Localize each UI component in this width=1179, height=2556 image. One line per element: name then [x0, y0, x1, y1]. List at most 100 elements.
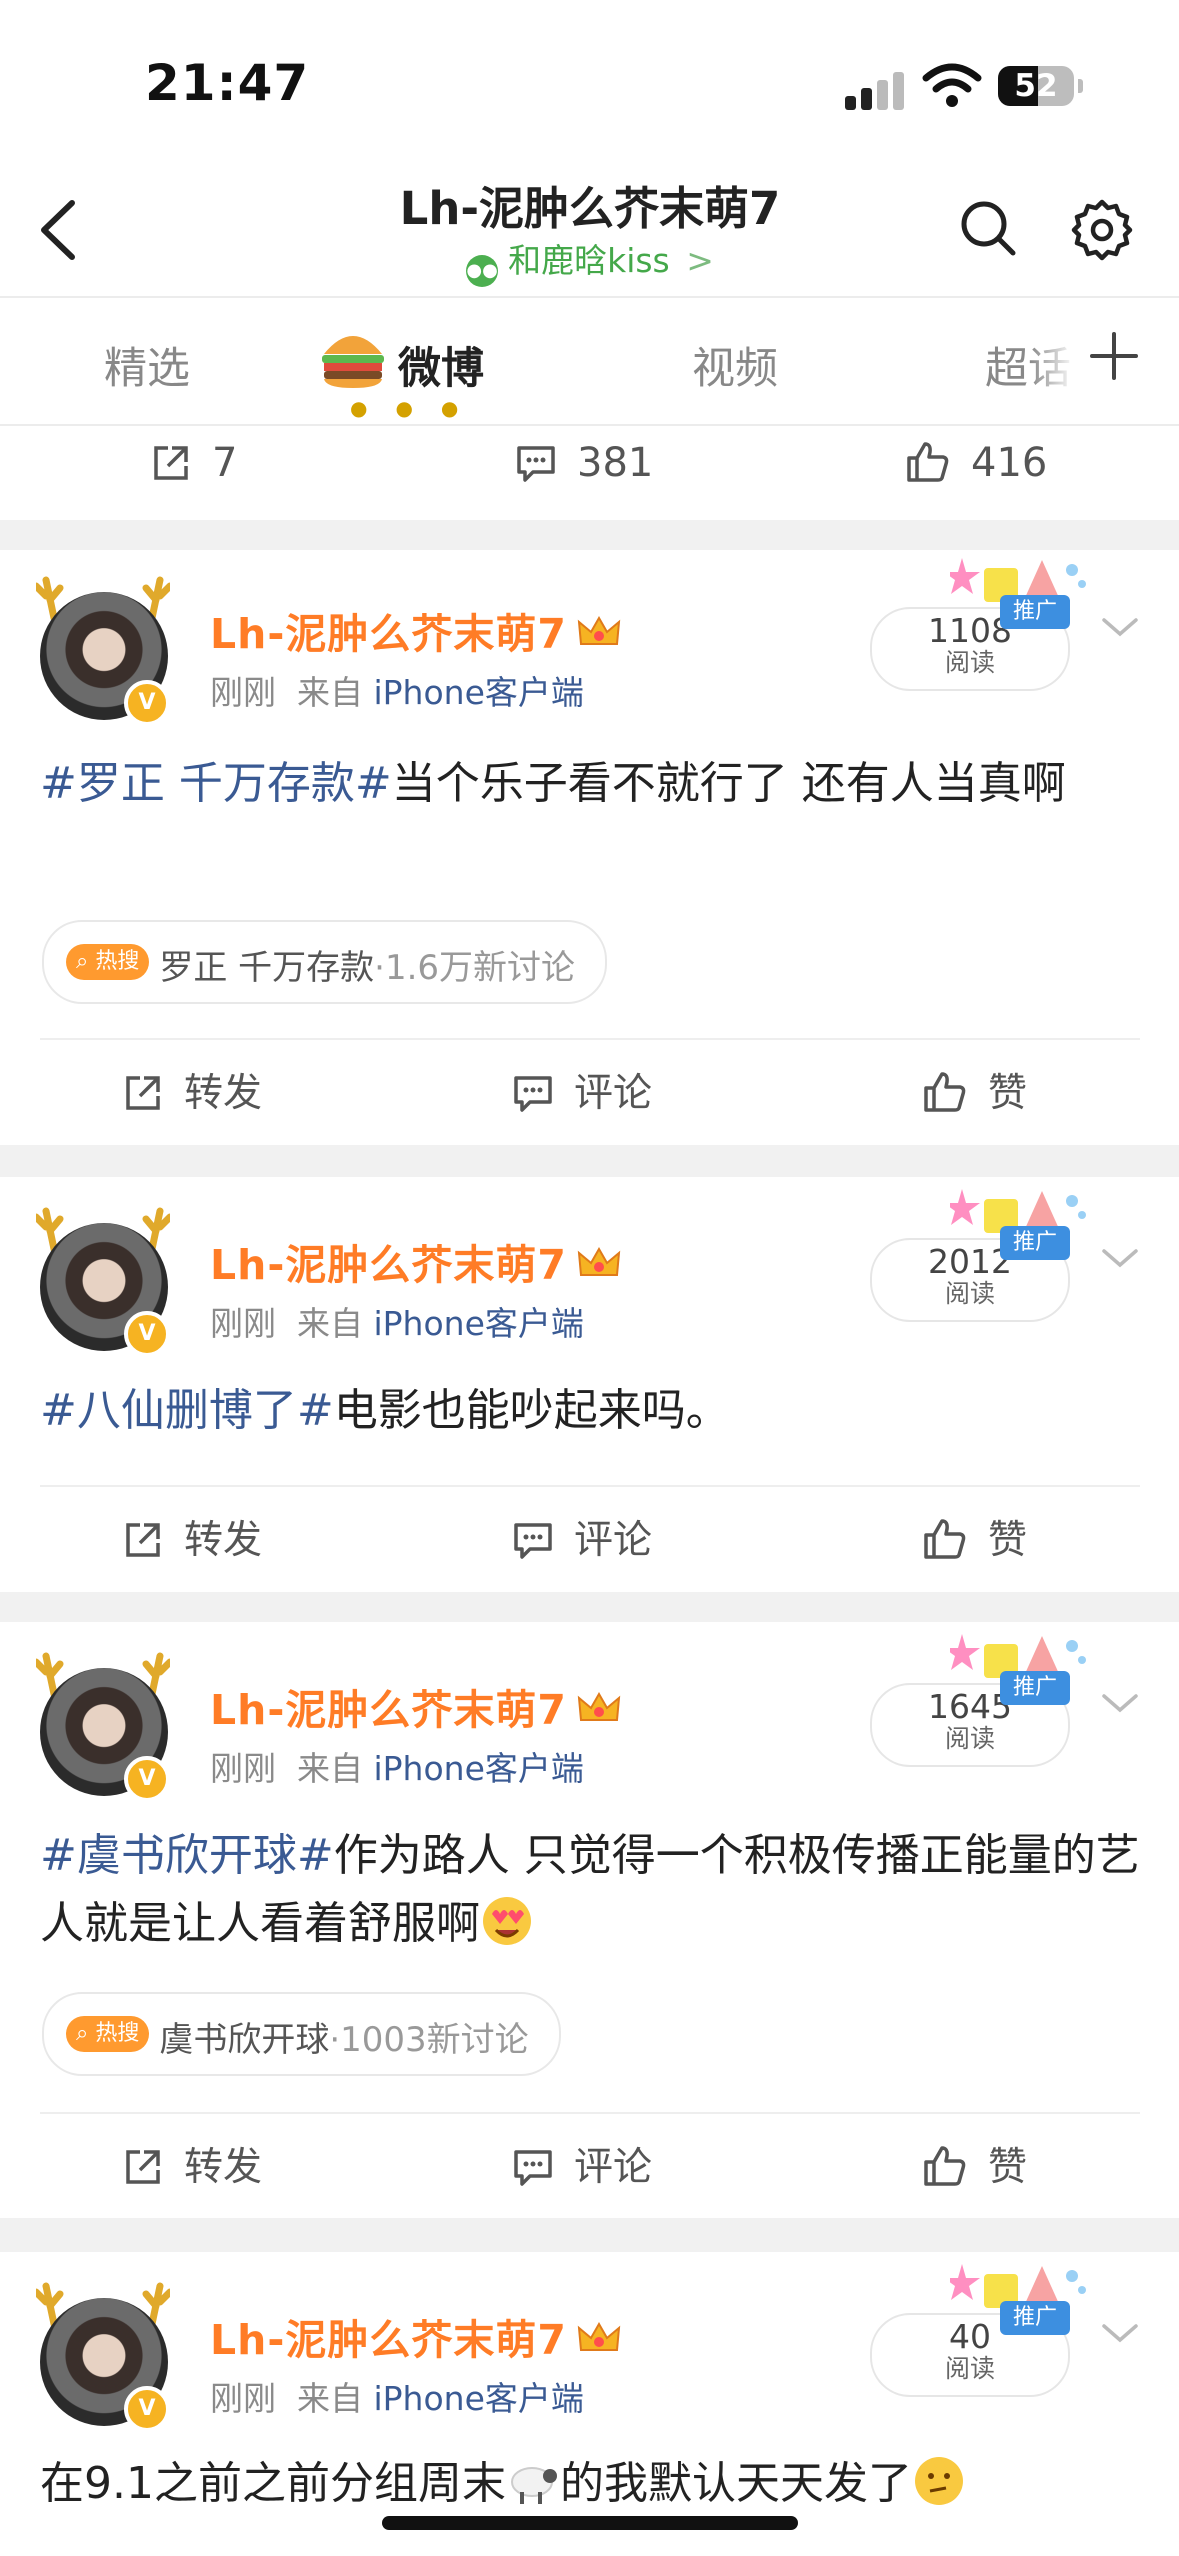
back-arrow-icon[interactable]: [30, 195, 90, 265]
post-card[interactable]: V Lh-泥肿么芥末萌7 刚刚 来自 iPhone客户端 2012 阅读 推广 …: [0, 1177, 1179, 1592]
repost-icon: [154, 446, 188, 480]
promote-badge[interactable]: 推广: [1000, 1226, 1070, 1260]
promote-badge[interactable]: 推广: [1000, 2301, 1070, 2335]
comment-count: 381: [577, 440, 654, 486]
subtitle-text: 和鹿晗kiss: [508, 241, 670, 280]
post-meta: 刚刚 来自 iPhone客户端: [210, 1749, 584, 1788]
post-card[interactable]: V Lh-泥肿么芥末萌7 刚刚 来自 iPhone客户端 1108 阅读 推广 …: [0, 550, 1179, 1145]
repost-button[interactable]: 转发: [122, 1062, 262, 1118]
username[interactable]: Lh-泥肿么芥末萌7: [210, 2306, 621, 2366]
post-card[interactable]: V Lh-泥肿么芥末萌7 刚刚 来自 iPhone客户端 40 阅读 推广 在9…: [0, 2252, 1179, 2556]
hashtag-link[interactable]: #虞书欣开球#: [40, 1830, 334, 1881]
repost-icon: [126, 1076, 160, 1110]
post-text: 在9.1之前之前分组周末 的我默认天天发了: [40, 2450, 1140, 2518]
gear-icon[interactable]: [1070, 198, 1134, 262]
hot-topic-label: 虞书欣开球: [159, 2020, 330, 2060]
post-source: iPhone客户端: [373, 2379, 584, 2418]
comment-button[interactable]: 评论: [512, 1062, 652, 1118]
crown-icon: [577, 1246, 621, 1276]
hot-search-chip[interactable]: ⌕ 热搜 虞书欣开球·1003新讨论: [42, 1992, 561, 2076]
comment-button[interactable]: 评论: [512, 1509, 652, 1565]
hot-topic-count: ·1003新讨论: [329, 2020, 529, 2060]
tab-video[interactable]: 视频: [692, 334, 778, 396]
like-count: 416: [971, 440, 1048, 486]
chevron-down-icon[interactable]: [1098, 612, 1142, 642]
hot-topic-count: ·1.6万新讨论: [374, 948, 576, 988]
like-count-button[interactable]: 416: [905, 440, 1047, 486]
profile-subtitle-link[interactable]: ●● 和鹿晗kiss >: [240, 234, 940, 287]
read-label: 阅读: [944, 648, 995, 677]
tab-featured[interactable]: 精选: [104, 334, 190, 396]
like-icon: [924, 1519, 966, 1559]
profile-tabs: 精选 微博 ●●● 视频 超话: [0, 296, 1179, 426]
battery-icon: 52: [998, 66, 1083, 106]
username[interactable]: Lh-泥肿么芥末萌7: [210, 1676, 621, 1736]
burger-icon: [322, 336, 384, 388]
post-card[interactable]: V Lh-泥肿么芥末萌7 刚刚 来自 iPhone客户端 1645 阅读 推广 …: [0, 1622, 1179, 2218]
sheep-emoji-icon: [510, 2467, 557, 2504]
repost-icon: [126, 2150, 160, 2184]
cellular-signal-icon: [845, 70, 905, 110]
chevron-down-icon[interactable]: [1098, 1243, 1142, 1273]
repost-icon: [126, 1523, 160, 1557]
chat-bubble-icon: ●●: [466, 255, 499, 287]
comment-icon: [514, 2150, 552, 2186]
like-button[interactable]: 赞: [922, 1062, 1027, 1118]
promote-badge[interactable]: 推广: [1000, 1671, 1070, 1705]
post-separator: [0, 1592, 1179, 1622]
like-icon: [924, 1072, 966, 1112]
post-text: #八仙删博了#电影也能吵起来吗。: [40, 1385, 730, 1436]
search-icon[interactable]: [958, 198, 1018, 258]
previous-post-actions: 7 381 416: [0, 424, 1179, 520]
chevron-down-icon[interactable]: [1098, 1688, 1142, 1718]
post-text: #虞书欣开球#作为路人 只觉得一个积极传播正能量的艺人就是让人看着舒服啊: [40, 1830, 1140, 1949]
like-button[interactable]: 赞: [922, 2136, 1027, 2192]
comment-button[interactable]: 评论: [512, 2136, 652, 2192]
read-label: 阅读: [944, 2354, 995, 2383]
repost-count-button[interactable]: 7: [150, 440, 237, 486]
hashtag-link[interactable]: #八仙删博了#: [40, 1385, 334, 1436]
username[interactable]: Lh-泥肿么芥末萌7: [210, 600, 621, 660]
verified-badge-icon: V: [124, 680, 170, 726]
post-text: #罗正 千万存款#当个乐子看不就行了 还有人当真啊: [40, 758, 1066, 809]
hot-search-badge: ⌕ 热搜: [66, 944, 150, 980]
heart-eyes-emoji-icon: [483, 1897, 531, 1945]
post-meta: 刚刚 来自 iPhone客户端: [210, 1304, 584, 1343]
hot-search-chip[interactable]: ⌕ 热搜 罗正 千万存款·1.6万新讨论: [42, 920, 608, 1004]
comment-icon: [514, 1523, 552, 1559]
battery-level: 52: [1014, 68, 1058, 104]
chevron-down-icon[interactable]: [1098, 2318, 1142, 2348]
post-separator: [0, 1145, 1179, 1177]
repost-count: 7: [212, 440, 238, 486]
comment-count-button[interactable]: 381: [515, 440, 653, 486]
post-meta: 刚刚 来自 iPhone客户端: [210, 2379, 584, 2418]
hashtag-link[interactable]: #罗正 千万存款#: [40, 758, 392, 809]
tab-active-indicator-icon: ●●●: [350, 396, 487, 420]
post-source: iPhone客户端: [373, 1304, 584, 1343]
like-icon: [907, 442, 949, 482]
chevron-right-icon: >: [686, 241, 714, 280]
post-meta: 刚刚 来自 iPhone客户端: [210, 673, 584, 712]
add-tab-icon[interactable]: [1088, 330, 1140, 382]
like-icon: [924, 2146, 966, 2186]
username[interactable]: Lh-泥肿么芥末萌7: [210, 1231, 621, 1291]
crown-icon: [577, 615, 621, 645]
post-separator: [0, 2218, 1179, 2252]
repost-button[interactable]: 转发: [122, 1509, 262, 1565]
status-bar: 21:47 52: [0, 0, 1179, 170]
status-time: 21:47: [145, 54, 310, 112]
verified-badge-icon: V: [124, 1311, 170, 1357]
wifi-icon: [922, 63, 982, 107]
tab-weibo[interactable]: 微博: [398, 334, 484, 396]
like-button[interactable]: 赞: [922, 1509, 1027, 1565]
verified-badge-icon: V: [124, 2386, 170, 2432]
promote-badge[interactable]: 推广: [1000, 595, 1070, 629]
thinking-face-emoji-icon: [914, 2457, 963, 2505]
home-indicator[interactable]: [382, 2516, 798, 2530]
crown-icon: [577, 2321, 621, 2351]
comment-icon: [517, 446, 555, 482]
repost-button[interactable]: 转发: [122, 2136, 262, 2192]
hot-topic-label: 罗正 千万存款: [159, 948, 375, 988]
post-separator: [0, 520, 1179, 550]
crown-icon: [577, 1691, 621, 1721]
